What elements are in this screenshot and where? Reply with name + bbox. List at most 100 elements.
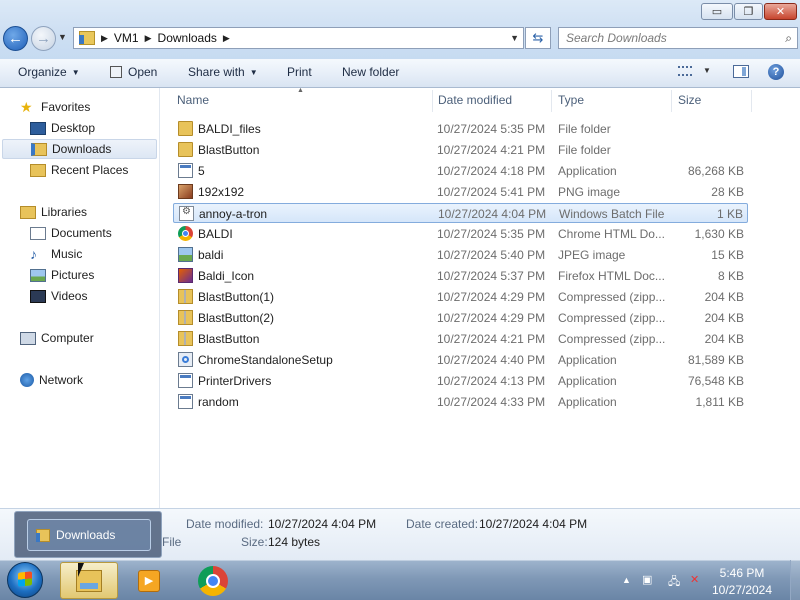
address-dropdown-icon[interactable]: ▼ xyxy=(510,33,519,43)
taskbar-chrome-button[interactable] xyxy=(184,562,242,599)
file-row[interactable]: PrinterDrivers 10/27/2024 4:13 PM Applicat… xyxy=(173,371,748,391)
close-button[interactable]: ✕ xyxy=(764,3,797,20)
file-row[interactable]: baldi 10/27/2024 5:40 PM JPEG image 15 KB xyxy=(173,245,748,265)
sidebar-item-computer[interactable]: Computer xyxy=(20,328,94,348)
file-type: Firefox HTML Doc... xyxy=(558,269,665,283)
sidebar-item-pictures[interactable]: Pictures xyxy=(30,265,94,285)
chrome-icon xyxy=(178,226,193,241)
share-with-label: Share with xyxy=(188,65,245,79)
clock-date[interactable]: 10/27/2024 xyxy=(700,583,784,597)
file-row[interactable]: random 10/27/2024 4:33 PM Application 1,811… xyxy=(173,392,748,412)
sidebar-item-libraries[interactable]: Libraries xyxy=(20,202,87,222)
network-status-icon[interactable]: 🖧 xyxy=(668,573,680,592)
minimize-button[interactable]: ▭ xyxy=(701,3,733,20)
column-divider[interactable] xyxy=(671,90,672,112)
maximize-button[interactable]: ❐ xyxy=(734,3,763,20)
sidebar-item-documents[interactable]: Documents xyxy=(30,223,112,243)
column-divider[interactable] xyxy=(551,90,552,112)
volume-muted-icon[interactable]: ✕ xyxy=(690,573,699,586)
taskbar-thumbnail-popup: Downloads xyxy=(14,511,162,558)
file-name: BlastButton xyxy=(198,143,260,157)
file-size: 15 KB xyxy=(711,248,744,262)
file-row[interactable]: Baldi_Icon 10/27/2024 5:37 PM Firefox HTML… xyxy=(173,266,748,286)
view-options-dropdown-icon[interactable]: ▼ xyxy=(703,66,711,75)
sidebar-item-label: Recent Places xyxy=(51,163,129,177)
taskbar-media-player-button[interactable]: ▶ xyxy=(120,562,178,599)
sidebar-item-music[interactable]: ♪ Music xyxy=(30,244,82,264)
file-size: 76,548 KB xyxy=(687,374,744,388)
organize-button[interactable]: Organize ▼ xyxy=(18,65,80,79)
back-arrow-icon: ← xyxy=(8,30,23,47)
open-button[interactable]: Open xyxy=(110,65,157,79)
file-name: 5 xyxy=(198,164,205,178)
sidebar-item-label: Downloads xyxy=(52,142,112,156)
show-hidden-icons-button[interactable]: ▲ xyxy=(622,575,631,585)
file-row[interactable]: 5 10/27/2024 4:18 PM Application 86,268 KB xyxy=(173,161,748,181)
share-with-button[interactable]: Share with ▼ xyxy=(188,65,258,79)
help-icon[interactable]: ? xyxy=(768,64,784,80)
column-header-name[interactable]: Name xyxy=(177,93,209,107)
search-icon[interactable]: ⌕ xyxy=(785,31,792,46)
file-row[interactable]: ChromeStandaloneSetup 10/27/2024 4:40 PM A… xyxy=(173,350,748,370)
breadcrumb-downloads[interactable]: Downloads xyxy=(158,31,217,45)
print-label: Print xyxy=(287,65,312,79)
file-row[interactable]: BlastButton(1) 10/27/2024 4:29 PM Compress… xyxy=(173,287,748,307)
recent-pages-dropdown[interactable]: ▼ xyxy=(58,32,67,42)
sidebar-item-favorites[interactable]: ★ Favorites xyxy=(20,97,90,117)
file-row[interactable]: 192x192 10/27/2024 5:41 PM PNG image 28 KB xyxy=(173,182,748,202)
preview-pane-icon[interactable] xyxy=(733,65,749,78)
file-date-modified: 10/27/2024 4:21 PM xyxy=(437,332,546,346)
sidebar-item-desktop[interactable]: Desktop xyxy=(30,118,95,138)
folder-icon xyxy=(178,142,193,157)
action-center-icon[interactable]: ▣ xyxy=(642,573,652,586)
file-row[interactable]: BlastButton 10/27/2024 4:21 PM Compressed … xyxy=(173,329,748,349)
breadcrumb-separator-icon[interactable]: ▶ xyxy=(223,33,230,44)
file-row[interactable]: BALDI 10/27/2024 5:35 PM Chrome HTML Do...… xyxy=(173,224,748,244)
column-divider[interactable] xyxy=(751,90,752,112)
change-view-icon[interactable] xyxy=(678,66,692,76)
sidebar-item-label: Documents xyxy=(51,226,112,240)
clock-time[interactable]: 5:46 PM xyxy=(700,566,784,580)
file-name: BlastButton(2) xyxy=(198,311,275,325)
print-button[interactable]: Print xyxy=(287,65,312,79)
folder-icon xyxy=(79,31,95,45)
file-type: PNG image xyxy=(558,185,621,199)
file-date-modified: 10/27/2024 5:35 PM xyxy=(437,227,546,241)
file-row[interactable]: BALDI_files 10/27/2024 5:35 PM File folder xyxy=(173,119,748,139)
downloads-folder-icon xyxy=(31,142,47,156)
refresh-button[interactable]: ⇆ xyxy=(525,27,551,49)
sidebar-item-network[interactable]: Network xyxy=(20,370,83,390)
column-header-size[interactable]: Size xyxy=(678,93,701,107)
column-header-date-modified[interactable]: Date modified xyxy=(438,93,512,107)
breadcrumb-vm1[interactable]: VM1 xyxy=(114,31,139,45)
sidebar-item-downloads[interactable]: Downloads xyxy=(2,139,157,159)
file-row[interactable]: BlastButton 10/27/2024 4:21 PM File folder xyxy=(173,140,748,160)
sidebar-item-recent-places[interactable]: Recent Places xyxy=(30,160,128,180)
new-folder-button[interactable]: New folder xyxy=(342,65,399,79)
forward-button[interactable]: → xyxy=(31,26,56,51)
folder-icon xyxy=(36,528,50,542)
search-input[interactable]: Search Downloads ⌕ xyxy=(558,27,798,49)
file-row[interactable]: annoy-a-tron 10/27/2024 4:04 PM Windows Ba… xyxy=(173,203,748,223)
sidebar-item-label: Videos xyxy=(51,289,88,303)
breadcrumb-separator-icon[interactable]: ▶ xyxy=(145,33,152,44)
start-button[interactable] xyxy=(7,562,43,598)
file-type: File folder xyxy=(558,143,611,157)
breadcrumb-separator-icon[interactable]: ▶ xyxy=(101,33,108,44)
file-name: BALDI_files xyxy=(198,122,261,136)
column-divider[interactable] xyxy=(432,90,433,112)
file-date-modified: 10/27/2024 5:37 PM xyxy=(437,269,546,283)
column-header-type[interactable]: Type xyxy=(558,93,584,107)
file-date-modified: 10/27/2024 4:18 PM xyxy=(437,164,546,178)
show-desktop-button[interactable] xyxy=(790,560,800,600)
taskbar-explorer-button[interactable] xyxy=(60,562,118,599)
back-button[interactable]: ← xyxy=(3,26,28,51)
sidebar-item-videos[interactable]: Videos xyxy=(30,286,87,306)
address-bar[interactable]: ▶ VM1 ▶ Downloads ▶ ▼ xyxy=(73,27,524,49)
refresh-icon: ⇆ xyxy=(532,30,544,45)
file-name: ChromeStandaloneSetup xyxy=(198,353,333,367)
thumbnail-downloads-window[interactable]: Downloads xyxy=(27,519,151,551)
app-icon xyxy=(178,394,193,409)
file-size: 1,811 KB xyxy=(695,395,744,409)
file-row[interactable]: BlastButton(2) 10/27/2024 4:29 PM Compress… xyxy=(173,308,748,328)
